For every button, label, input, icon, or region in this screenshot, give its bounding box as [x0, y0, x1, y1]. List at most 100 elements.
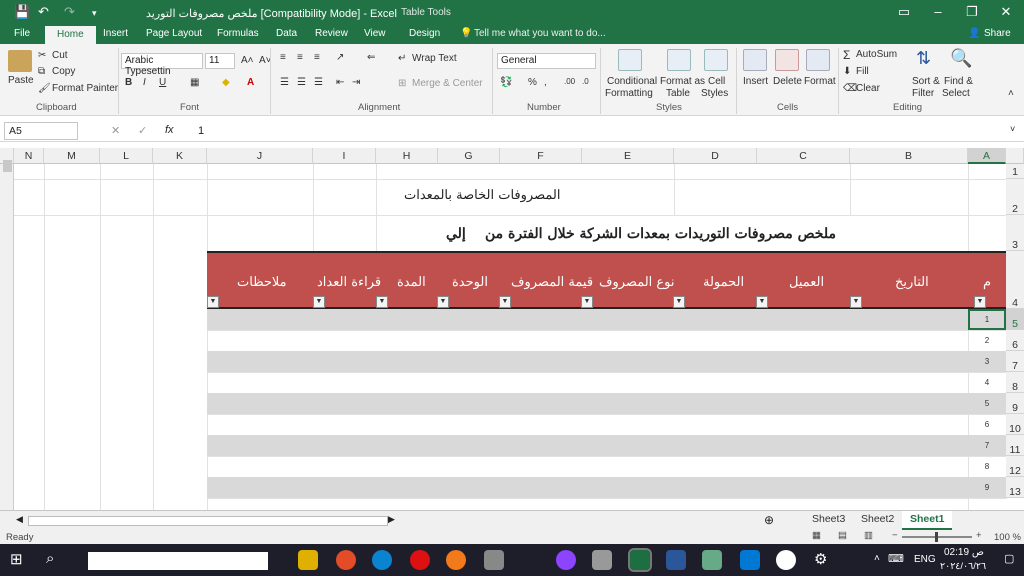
- grow-font-icon[interactable]: A˄: [241, 55, 254, 66]
- increase-indent-icon[interactable]: ⇥: [352, 77, 360, 88]
- page-layout-view-icon[interactable]: ▤: [838, 530, 847, 541]
- vertical-scrollbar[interactable]: [0, 164, 14, 510]
- column-header-f[interactable]: F: [500, 148, 582, 164]
- page-break-view-icon[interactable]: ▥: [864, 530, 873, 541]
- orientation-icon[interactable]: ↗: [336, 52, 344, 63]
- autosum-button[interactable]: AutoSum: [856, 49, 897, 60]
- app-icon[interactable]: [702, 550, 722, 570]
- find-select-label2[interactable]: Select: [942, 88, 970, 99]
- app-icon[interactable]: [776, 550, 796, 570]
- settings-gear-icon[interactable]: ⚙: [814, 550, 827, 568]
- serial-cell[interactable]: 4: [970, 378, 1004, 387]
- font-color-icon[interactable]: A: [247, 77, 254, 88]
- fill-icon[interactable]: ⬇: [843, 66, 851, 77]
- copy-icon[interactable]: ⧉: [38, 66, 45, 77]
- app-icon[interactable]: [592, 550, 612, 570]
- vscode-icon[interactable]: [740, 550, 760, 570]
- table-row[interactable]: [207, 393, 1007, 414]
- sheet-heading-summary[interactable]: ملخص مصروفات التوريدات بمعدات الشركة خلا…: [485, 226, 836, 242]
- format-painter-icon[interactable]: 🖌: [38, 83, 51, 94]
- delete-cells-button[interactable]: Delete: [773, 76, 802, 87]
- increase-decimal-icon[interactable]: .00: [564, 77, 575, 86]
- formula-input[interactable]: 1: [198, 125, 204, 137]
- table-row[interactable]: [207, 351, 1007, 372]
- middle-align-icon[interactable]: ≡: [297, 52, 303, 63]
- align-center-icon[interactable]: ☰: [297, 77, 306, 88]
- row-header[interactable]: 12: [1006, 456, 1024, 477]
- align-right-icon[interactable]: ☰: [314, 77, 323, 88]
- notifications-icon[interactable]: ▢: [1004, 552, 1014, 565]
- serial-cell[interactable]: 3: [970, 357, 1004, 366]
- filter-dropdown-icon[interactable]: ▼: [756, 296, 768, 308]
- opera-icon[interactable]: [410, 550, 430, 570]
- taskbar-search-box[interactable]: [88, 552, 268, 570]
- format-as-table-label2[interactable]: Table: [666, 88, 690, 99]
- worksheet-grid[interactable]: N M L K J I H G F E D C B A المصروفات ال…: [0, 148, 1024, 510]
- sort-filter-icon[interactable]: ⇅: [916, 48, 931, 69]
- excel-icon[interactable]: [628, 548, 652, 572]
- filter-dropdown-icon[interactable]: ▼: [207, 296, 219, 308]
- row-header[interactable]: 2: [1006, 179, 1024, 215]
- row-header[interactable]: 4: [1006, 251, 1024, 309]
- row-header[interactable]: 13: [1006, 477, 1024, 498]
- table-row[interactable]: [207, 435, 1007, 456]
- filter-dropdown-icon[interactable]: ▼: [376, 296, 388, 308]
- column-header-d[interactable]: D: [674, 148, 757, 164]
- tab-design[interactable]: Design: [409, 28, 440, 39]
- decrease-indent-icon[interactable]: ⇤: [336, 77, 344, 88]
- decrease-decimal-icon[interactable]: .0: [582, 77, 589, 86]
- serial-cell[interactable]: 5: [970, 399, 1004, 408]
- column-header-b[interactable]: B: [850, 148, 968, 164]
- collapse-ribbon-icon[interactable]: ˄: [1008, 88, 1014, 99]
- zoom-out-icon[interactable]: −: [892, 530, 898, 541]
- merge-icon[interactable]: ⊞: [398, 78, 406, 89]
- word-icon[interactable]: [666, 550, 686, 570]
- column-header-e[interactable]: E: [582, 148, 674, 164]
- language-indicator[interactable]: ENG: [914, 554, 936, 565]
- cell-styles-label2[interactable]: Styles: [701, 88, 728, 99]
- fill-color-icon[interactable]: ◆: [222, 77, 230, 88]
- format-cells-button[interactable]: Format: [804, 76, 836, 87]
- scroll-right-icon[interactable]: ▶: [388, 514, 395, 525]
- firefox-icon[interactable]: [446, 550, 466, 570]
- bold-icon[interactable]: B: [125, 77, 132, 88]
- conditional-formatting-label2[interactable]: Formatting: [605, 88, 653, 99]
- insert-function-button[interactable]: fx: [165, 124, 174, 136]
- close-icon[interactable]: ✕: [994, 4, 1018, 20]
- file-explorer-icon[interactable]: [298, 550, 318, 570]
- percent-icon[interactable]: %: [528, 77, 537, 88]
- conditional-formatting-label[interactable]: Conditional: [607, 76, 657, 87]
- autosum-icon[interactable]: Σ: [843, 48, 850, 62]
- tab-view[interactable]: View: [364, 28, 386, 39]
- tab-page-layout[interactable]: Page Layout: [146, 28, 202, 39]
- serial-cell[interactable]: 2: [970, 336, 1004, 345]
- expand-formula-icon[interactable]: ˅: [1010, 124, 1015, 134]
- sort-filter-label2[interactable]: Filter: [912, 88, 934, 99]
- paste-icon[interactable]: [8, 50, 32, 72]
- cut-icon[interactable]: ✂: [38, 50, 46, 61]
- column-header-c[interactable]: C: [757, 148, 850, 164]
- conditional-formatting-icon[interactable]: [618, 49, 642, 71]
- cancel-icon[interactable]: ✕: [111, 124, 120, 137]
- active-cell[interactable]: [968, 309, 1006, 330]
- filter-dropdown-icon[interactable]: ▼: [974, 296, 986, 308]
- column-header-m[interactable]: M: [44, 148, 100, 164]
- number-format-select[interactable]: General: [497, 53, 596, 69]
- clear-button[interactable]: Clear: [856, 83, 880, 94]
- search-icon[interactable]: ⌕: [46, 550, 54, 567]
- delete-cells-icon[interactable]: [775, 49, 799, 71]
- normal-view-icon[interactable]: ▦: [812, 530, 821, 541]
- comma-icon[interactable]: ,: [544, 77, 547, 88]
- tab-home[interactable]: Home: [45, 26, 96, 44]
- fill-button[interactable]: Fill: [856, 66, 869, 77]
- filter-dropdown-icon[interactable]: ▼: [313, 296, 325, 308]
- accounting-icon[interactable]: 💱: [500, 77, 512, 88]
- row-header[interactable]: 6: [1006, 330, 1024, 351]
- tray-chevron-icon[interactable]: ˄: [874, 553, 880, 564]
- tab-data[interactable]: Data: [276, 28, 297, 39]
- row-header[interactable]: 9: [1006, 393, 1024, 414]
- insert-cells-button[interactable]: Insert: [743, 76, 768, 87]
- insert-cells-icon[interactable]: [743, 49, 767, 71]
- column-header-a[interactable]: A: [968, 148, 1006, 164]
- find-select-icon[interactable]: 🔍: [950, 48, 972, 69]
